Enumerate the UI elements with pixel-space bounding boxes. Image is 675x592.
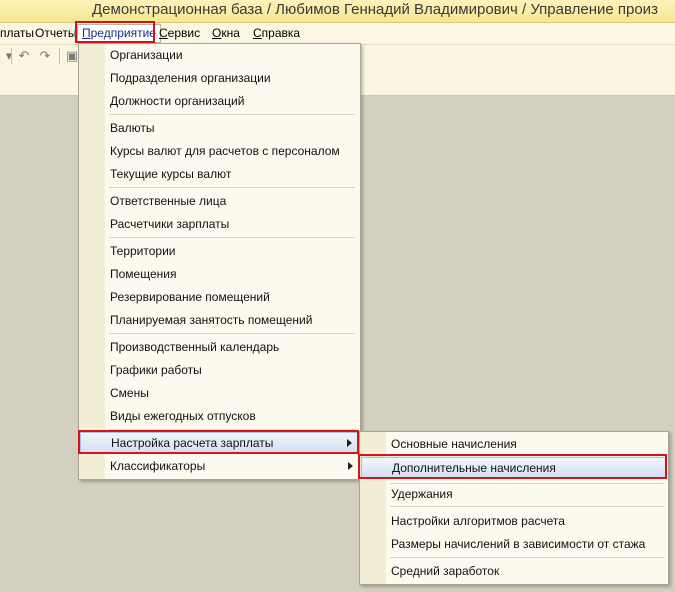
window-title: Демонстрационная база / Любимов Геннадий… xyxy=(92,1,658,18)
menu-item-departments[interactable]: Подразделения организации xyxy=(80,68,359,89)
menu-separator xyxy=(109,333,355,334)
enterprise-dropdown-menu: Организации Подразделения организации До… xyxy=(78,43,361,480)
submenu-item-seniority-accruals[interactable]: Размеры начислений в зависимости от стаж… xyxy=(361,534,667,555)
menu-item-responsible-persons[interactable]: Ответственные лица xyxy=(80,191,359,212)
menu-help[interactable]: Справка xyxy=(253,26,300,40)
menu-service[interactable]: Сервис xyxy=(159,26,200,40)
menu-item-classifiers[interactable]: Классификаторы xyxy=(80,456,359,477)
menu-separator xyxy=(109,237,355,238)
submenu-item-deductions[interactable]: Удержания xyxy=(361,484,667,505)
menu-separator xyxy=(109,187,355,188)
back-icon[interactable]: ↶ xyxy=(15,47,33,65)
menu-item-payroll-accountants[interactable]: Расчетчики зарплаты xyxy=(80,214,359,235)
menu-reports[interactable]: Отчеты xyxy=(35,26,76,40)
title-bar: Демонстрационная база / Любимов Геннадий… xyxy=(0,0,675,23)
menu-item-positions[interactable]: Должности организаций xyxy=(80,91,359,112)
menu-separator xyxy=(390,506,664,507)
toolbar-separator xyxy=(11,48,12,64)
menu-item-currency-rates-personnel[interactable]: Курсы валют для расчетов с персоналом xyxy=(80,141,359,162)
menu-item-territories[interactable]: Территории xyxy=(80,241,359,262)
menu-salary[interactable]: платы xyxy=(0,26,34,40)
menu-separator xyxy=(390,557,664,558)
menu-enterprise-highlight-box xyxy=(75,21,155,43)
menu-item-currencies[interactable]: Валюты xyxy=(80,118,359,139)
submenu-item-algorithm-settings[interactable]: Настройки алгоритмов расчета xyxy=(361,511,667,532)
additional-accruals-highlight-box xyxy=(358,454,667,479)
menu-windows[interactable]: Окна xyxy=(212,26,240,40)
submenu-item-basic-accruals[interactable]: Основные начисления xyxy=(361,434,667,455)
toolbar-separator xyxy=(59,48,60,64)
menu-item-planned-occupancy[interactable]: Планируемая занятость помещений xyxy=(80,310,359,331)
menu-item-work-schedules[interactable]: Графики работы xyxy=(80,360,359,381)
menu-item-organizations[interactable]: Организации xyxy=(80,45,359,66)
submenu-arrow-icon xyxy=(348,462,353,470)
menu-separator xyxy=(109,114,355,115)
menu-item-annual-leave-types[interactable]: Виды ежегодных отпусков xyxy=(80,406,359,427)
forward-icon[interactable]: ↷ xyxy=(36,47,54,65)
menu-item-premises-reservation[interactable]: Резервирование помещений xyxy=(80,287,359,308)
menu-item-production-calendar[interactable]: Производственный календарь xyxy=(80,337,359,358)
payroll-settings-highlight-box xyxy=(78,430,359,454)
menu-item-shifts[interactable]: Смены xyxy=(80,383,359,404)
menu-item-current-rates[interactable]: Текущие курсы валют xyxy=(80,164,359,185)
menu-item-premises[interactable]: Помещения xyxy=(80,264,359,285)
submenu-item-average-earnings[interactable]: Средний заработок xyxy=(361,561,667,582)
